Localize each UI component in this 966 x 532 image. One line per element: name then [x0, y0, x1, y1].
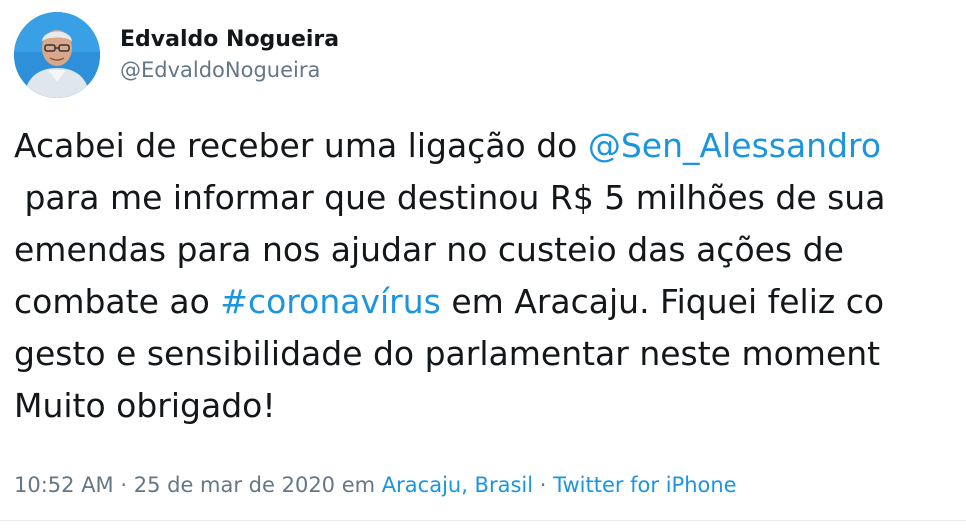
hashtag-link[interactable]: #coronavírus	[220, 282, 441, 321]
tweet-metadata: 10:52 AM · 25 de mar de 2020 em Aracaju,…	[14, 468, 737, 502]
tweet-line-1-prefix: Acabei de receber uma ligação do	[14, 126, 588, 165]
avatar[interactable]	[14, 12, 100, 98]
tweet-text: Acabei de receber uma ligação do @Sen_Al…	[14, 120, 966, 432]
meta-separator-1: ·	[113, 473, 134, 497]
tweet-line-5: gesto e sensibilidade do parlamentar nes…	[14, 334, 881, 373]
tweet-line-4: combate ao #coronavírus em Aracaju. Fiqu…	[14, 276, 966, 328]
location-link[interactable]: Aracaju, Brasil	[382, 473, 533, 497]
divider	[0, 520, 966, 521]
author-display-name[interactable]: Edvaldo Nogueira	[120, 26, 339, 54]
tweet-line-2: para me informar que destinou R$ 5 milhõ…	[14, 178, 886, 217]
tweet-line-4-prefix: combate ao	[14, 282, 221, 321]
author-names: Edvaldo Nogueira @EdvaldoNogueira	[120, 26, 339, 84]
meta-em: em	[335, 473, 382, 497]
tweet-line-6: Muito obrigado!	[14, 386, 276, 425]
avatar-photo-icon	[14, 12, 100, 98]
meta-separator-2: ·	[533, 473, 554, 497]
tweet-time[interactable]: 10:52 AM	[14, 473, 114, 497]
mention-link[interactable]: @Sen_Alessandro	[588, 126, 881, 165]
tweet-line-4-suffix: em Aracaju. Fiquei feliz co	[440, 282, 885, 321]
tweet-line-3: emendas para nos ajudar no custeio das a…	[14, 230, 844, 269]
tweet-line-1: Acabei de receber uma ligação do @Sen_Al…	[14, 120, 966, 172]
tweet-date[interactable]: 25 de mar de 2020	[134, 473, 335, 497]
author-handle[interactable]: @EdvaldoNogueira	[120, 56, 339, 84]
source-link[interactable]: Twitter for iPhone	[553, 473, 737, 497]
tweet-header: Edvaldo Nogueira @EdvaldoNogueira	[14, 10, 339, 100]
